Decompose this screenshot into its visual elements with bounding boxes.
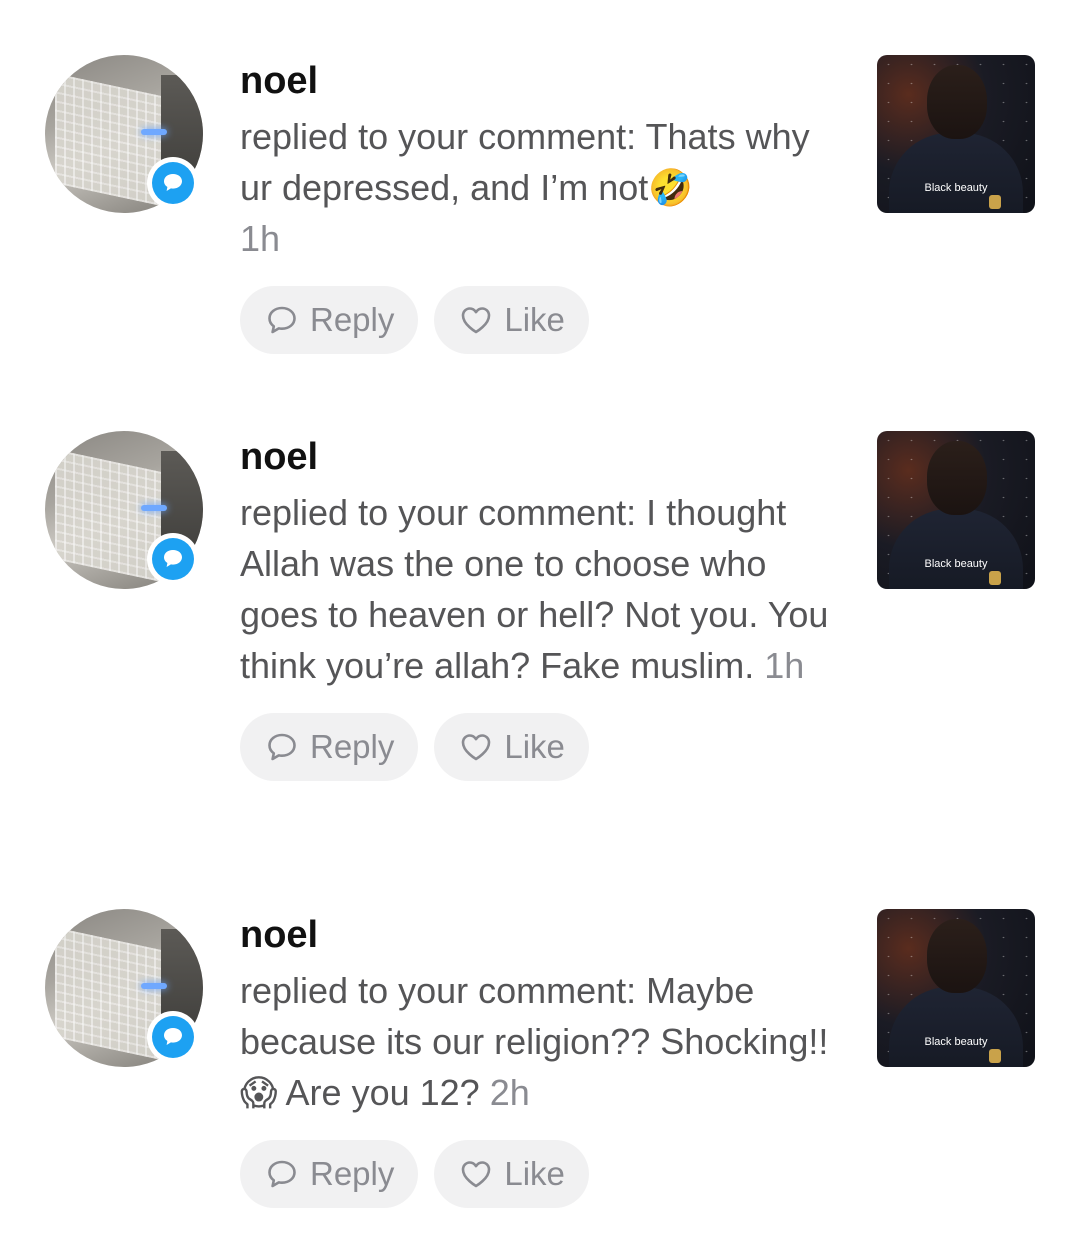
heart-icon	[462, 734, 491, 761]
like-button[interactable]: Like	[434, 1140, 589, 1208]
timestamp: 1h	[240, 218, 281, 259]
timestamp: 2h	[489, 1072, 530, 1113]
comment-badge	[147, 533, 199, 585]
reply-button[interactable]: Reply	[240, 286, 419, 354]
crest-icon	[989, 195, 1001, 209]
reply-button[interactable]: Reply	[240, 713, 419, 781]
comment-bubble-icon	[164, 174, 182, 191]
notification-text: replied to your comment: Thats why ur de…	[240, 111, 840, 264]
speech-bubble-icon	[268, 733, 296, 761]
action-row: Reply Like	[240, 713, 840, 781]
notification-text: replied to your comment: I thought Allah…	[240, 487, 840, 691]
reply-text: replied to your comment: Maybe because i…	[240, 970, 829, 1113]
comment-bubble-icon	[164, 1028, 182, 1045]
reply-button[interactable]: Reply	[240, 1140, 419, 1208]
username[interactable]: noel	[240, 913, 840, 957]
reply-text: replied to your comment: Thats why ur de…	[240, 116, 810, 208]
crest-icon	[989, 571, 1001, 585]
speech-bubble-icon	[268, 306, 296, 334]
notification-content: noel replied to your comment: I thought …	[240, 431, 840, 781]
reply-label: Reply	[310, 728, 395, 765]
thumbnail-caption: Black beauty	[924, 1036, 988, 1048]
comment-badge	[147, 1011, 199, 1063]
username[interactable]: noel	[240, 435, 840, 479]
like-label: Like	[504, 301, 565, 338]
video-thumbnail[interactable]: Black beauty	[877, 431, 1035, 589]
like-button[interactable]: Like	[434, 286, 589, 354]
heart-icon	[462, 1161, 491, 1188]
comment-badge	[147, 157, 199, 209]
notification-content: noel replied to your comment: Maybe beca…	[240, 909, 840, 1208]
reply-label: Reply	[310, 1155, 395, 1192]
reply-text: replied to your comment: I thought Allah…	[240, 492, 829, 686]
like-button[interactable]: Like	[434, 713, 589, 781]
avatar[interactable]	[45, 909, 203, 1067]
like-label: Like	[504, 1155, 565, 1192]
avatar[interactable]	[45, 55, 203, 213]
username[interactable]: noel	[240, 59, 840, 103]
timestamp: 1h	[764, 645, 805, 686]
crest-icon	[989, 1049, 1001, 1063]
reply-label: Reply	[310, 301, 395, 338]
like-label: Like	[504, 728, 565, 765]
video-thumbnail[interactable]: Black beauty	[877, 909, 1035, 1067]
video-thumbnail[interactable]: Black beauty	[877, 55, 1035, 213]
notification-content: noel replied to your comment: Thats why …	[240, 55, 840, 354]
action-row: Reply Like	[240, 286, 840, 354]
thumbnail-caption: Black beauty	[924, 558, 988, 570]
comment-bubble-icon	[164, 550, 182, 567]
speech-bubble-icon	[268, 1160, 296, 1188]
action-row: Reply Like	[240, 1140, 840, 1208]
thumbnail-caption: Black beauty	[924, 182, 988, 194]
heart-icon	[462, 307, 491, 334]
notification-text: replied to your comment: Maybe because i…	[240, 965, 840, 1118]
avatar[interactable]	[45, 431, 203, 589]
